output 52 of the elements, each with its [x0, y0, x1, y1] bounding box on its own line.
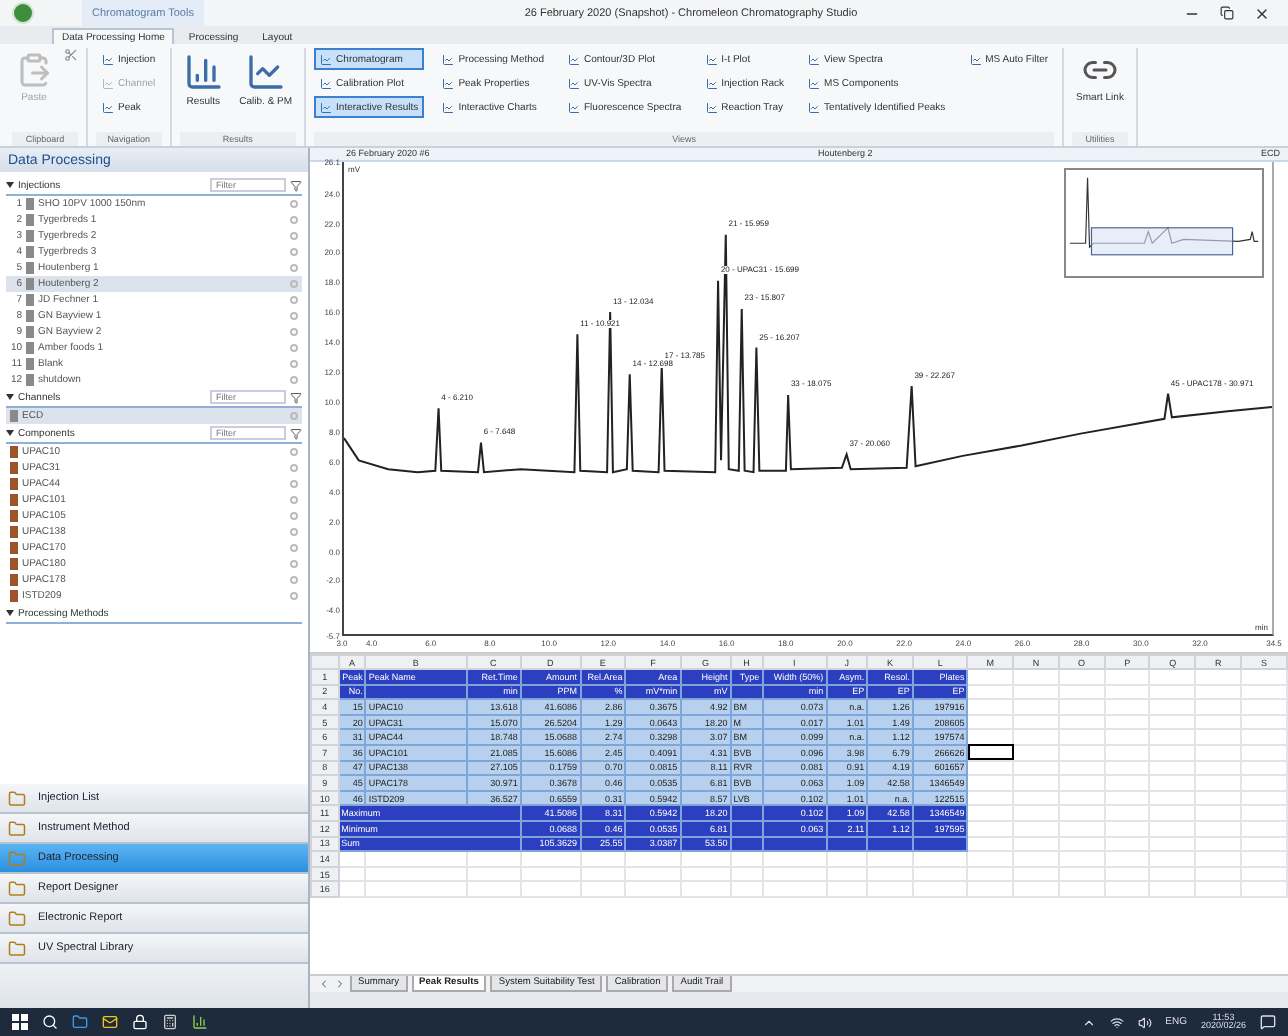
chart-icon — [102, 101, 114, 113]
calculator-icon[interactable] — [162, 1014, 178, 1030]
close-icon[interactable] — [1254, 5, 1270, 21]
caret-icon[interactable] — [6, 179, 14, 187]
notification-icon — [1260, 1014, 1276, 1030]
wifi-icon — [1109, 1015, 1124, 1029]
folder-icon — [8, 819, 26, 837]
chart-icon[interactable] — [192, 1014, 208, 1030]
chart-icon — [705, 53, 718, 65]
start-icon[interactable] — [12, 1014, 28, 1030]
status-icon — [290, 412, 298, 420]
chart-icon — [442, 77, 455, 89]
chart-icon — [442, 53, 455, 65]
filter-icon — [290, 391, 302, 403]
caret-icon[interactable] — [6, 391, 14, 399]
mail-icon[interactable] — [102, 1014, 118, 1030]
filter-icon — [290, 179, 302, 191]
speaker-icon — [1137, 1015, 1152, 1029]
scroll-right-icon — [334, 978, 346, 990]
folder-icon — [8, 909, 26, 927]
restore-icon[interactable] — [1220, 6, 1234, 20]
chart-icon — [969, 53, 982, 65]
chart-icon — [320, 101, 333, 113]
filter-icon — [290, 427, 302, 439]
chart-icon — [808, 101, 821, 113]
item-icon — [10, 410, 18, 422]
chart-icon — [705, 101, 718, 113]
chart-icon — [183, 52, 224, 92]
chart-icon — [320, 53, 333, 65]
chart-icon — [705, 77, 718, 89]
chart-icon — [442, 101, 455, 113]
chart-icon — [102, 53, 114, 65]
chart-icon — [245, 52, 286, 92]
chart-icon — [568, 101, 580, 113]
folder-icon — [8, 849, 26, 867]
clipboard-icon — [16, 52, 52, 88]
caret-icon[interactable] — [6, 607, 14, 615]
scissors-icon — [64, 48, 78, 62]
chart-icon — [102, 77, 114, 89]
scroll-left-icon — [318, 978, 330, 990]
folder-icon[interactable] — [72, 1014, 88, 1030]
lock-icon[interactable] — [132, 1014, 148, 1030]
chart-icon — [808, 53, 821, 65]
chart-icon — [320, 77, 333, 89]
search-icon[interactable] — [42, 1014, 58, 1030]
chart-icon — [808, 77, 821, 89]
chart-icon — [568, 77, 580, 89]
app-logo[interactable] — [12, 2, 34, 24]
folder-icon — [8, 879, 26, 897]
folder-icon — [8, 939, 26, 957]
folder-icon — [8, 789, 26, 807]
chart-icon — [568, 53, 580, 65]
